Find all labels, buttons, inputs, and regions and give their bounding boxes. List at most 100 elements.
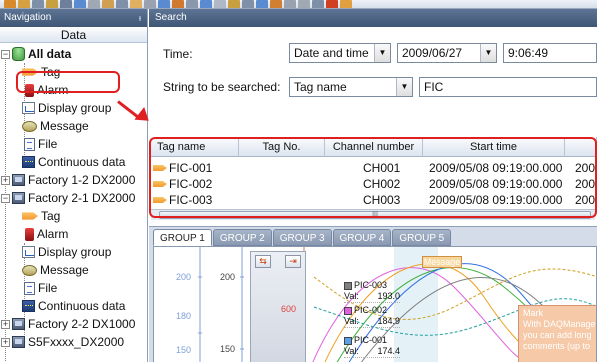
chevron-down-icon[interactable]: ▼ bbox=[396, 78, 412, 96]
tree-node-display-group[interactable]: Display group bbox=[22, 99, 111, 117]
tree-node-factory-2-2[interactable]: + Factory 2-2 DX1000 bbox=[1, 315, 135, 333]
tree-node-display-group[interactable]: Display group bbox=[22, 243, 111, 261]
tree-node-label: Factory 1-2 DX2000 bbox=[28, 173, 136, 187]
tree-node-label: Factory 2-1 DX2000 bbox=[28, 191, 136, 205]
navigation-pane: Navigation ᵻ Data − All data Tag Alarm D… bbox=[0, 9, 148, 362]
pin-icon[interactable]: ᵻ bbox=[139, 9, 141, 27]
time-mode-value: Date and time bbox=[294, 46, 369, 60]
tree-node-tag[interactable]: Tag bbox=[22, 207, 60, 225]
value-number: 174.4 bbox=[377, 346, 400, 356]
toolbar-button[interactable] bbox=[32, 0, 44, 8]
value-readout: PIC-003 Val: 193.0 bbox=[344, 280, 400, 303]
group-tabs: GROUP 1 GROUP 2 GROUP 3 GROUP 4 GROUP 5 bbox=[153, 229, 452, 247]
tree-node-all-data[interactable]: − All data bbox=[1, 45, 71, 63]
tree-node-label: Message bbox=[40, 119, 89, 133]
tree-node-file[interactable]: File bbox=[22, 135, 57, 153]
tree-node-label: Alarm bbox=[37, 227, 69, 241]
grid-highlight-outline bbox=[149, 137, 597, 218]
toolbar-button[interactable] bbox=[144, 0, 156, 8]
tree-node-message[interactable]: Message bbox=[22, 117, 89, 135]
toolbar-button[interactable] bbox=[18, 0, 30, 8]
tree-node-s5fxxxx[interactable]: + S5Fxxxx_DX2000 bbox=[1, 333, 124, 351]
toolbar-button[interactable] bbox=[284, 0, 296, 8]
value-label: Val: bbox=[344, 316, 359, 326]
tab-group-5[interactable]: GROUP 5 bbox=[392, 229, 452, 246]
tree-node-label: Message bbox=[40, 263, 89, 277]
value-readout: PIC-002 Val: 184.9 bbox=[344, 305, 400, 328]
toolbar-button[interactable] bbox=[256, 0, 268, 8]
tree-node-message[interactable]: Message bbox=[22, 261, 89, 279]
tree-node-factory-2-1[interactable]: − Factory 2-1 DX2000 bbox=[1, 189, 135, 207]
navigation-title: Navigation bbox=[4, 12, 52, 23]
tab-group-1[interactable]: GROUP 1 bbox=[153, 229, 212, 246]
toolbar-button[interactable] bbox=[228, 0, 240, 8]
expand-icon[interactable]: + bbox=[1, 175, 10, 185]
pen-color-swatch bbox=[344, 306, 352, 315]
chevron-down-icon[interactable]: ▼ bbox=[374, 44, 390, 62]
mark-comment[interactable]: Mark With DAQManage you can add long com… bbox=[518, 305, 596, 362]
tree-node-continuous-data[interactable]: Continuous data bbox=[22, 153, 125, 171]
date-picker[interactable]: 2009/06/27 ▼ bbox=[397, 43, 497, 63]
recorder-icon bbox=[12, 336, 25, 348]
collapse-icon[interactable]: − bbox=[1, 193, 10, 203]
tree-node-continuous-data[interactable]: Continuous data bbox=[22, 297, 125, 315]
message-marker[interactable]: Message bbox=[422, 256, 462, 268]
toolbar-button[interactable] bbox=[130, 0, 142, 8]
toolbar-button[interactable] bbox=[4, 0, 16, 8]
axis-label: 180 bbox=[176, 311, 192, 321]
continuous-data-icon bbox=[22, 156, 35, 168]
navigation-header: Navigation ᵻ bbox=[0, 9, 147, 27]
toolbar-button[interactable] bbox=[88, 0, 100, 8]
toolbar-button[interactable] bbox=[200, 0, 212, 8]
display-group-icon bbox=[22, 246, 35, 258]
collapse-icon[interactable]: − bbox=[1, 49, 10, 59]
search-value: FIC bbox=[424, 80, 444, 94]
pen-tag: PIC-002 bbox=[354, 305, 388, 315]
toolbar-button[interactable] bbox=[60, 0, 72, 8]
expand-icon[interactable]: + bbox=[1, 319, 10, 329]
toolbar-button[interactable] bbox=[158, 0, 170, 8]
toolbar-button[interactable] bbox=[116, 0, 128, 8]
mark-title: Mark bbox=[523, 308, 543, 318]
toolbar-button[interactable] bbox=[214, 0, 226, 8]
expand-icon[interactable]: + bbox=[1, 337, 10, 347]
toolbar-button[interactable] bbox=[186, 0, 198, 8]
toolbar-button[interactable] bbox=[326, 0, 338, 8]
time-mode-select[interactable]: Date and time ▼ bbox=[289, 43, 391, 63]
toolbar-button[interactable] bbox=[172, 0, 184, 8]
chevron-down-icon[interactable]: ▼ bbox=[480, 44, 496, 62]
tree-node-label: All data bbox=[28, 47, 72, 61]
display-group-icon bbox=[22, 102, 35, 114]
toolbar-button[interactable] bbox=[242, 0, 254, 8]
database-icon bbox=[12, 47, 25, 61]
value-label: Val: bbox=[344, 346, 359, 356]
toolbar bbox=[0, 0, 597, 9]
toolbar-button[interactable] bbox=[46, 0, 58, 8]
toolbar-button[interactable] bbox=[312, 0, 324, 8]
tag-icon bbox=[22, 212, 38, 220]
tree-node-factory-1-2[interactable]: + Factory 1-2 DX2000 bbox=[1, 171, 135, 189]
time-input[interactable]: 9:06:49 bbox=[503, 43, 597, 63]
tab-group-3[interactable]: GROUP 3 bbox=[272, 229, 332, 246]
swap-scale-icon[interactable]: ⇆ bbox=[255, 255, 271, 268]
tag-highlight-outline bbox=[16, 71, 120, 93]
mark-text: comments (up to bbox=[523, 341, 591, 351]
tree-node-file[interactable]: File bbox=[22, 279, 57, 297]
file-icon bbox=[24, 137, 35, 151]
scale-end-icon[interactable]: ⇥ bbox=[285, 255, 301, 268]
tree-node-label: Factory 2-2 DX1000 bbox=[28, 317, 136, 331]
message-icon bbox=[22, 120, 37, 132]
toolbar-button[interactable] bbox=[340, 0, 352, 8]
axis-label: 600 bbox=[281, 304, 297, 314]
search-input[interactable]: FIC bbox=[419, 77, 597, 97]
pen-scale-panel: ⇆ ⇥ 600 bbox=[250, 251, 306, 362]
time-label: Time: bbox=[163, 47, 193, 61]
toolbar-button[interactable] bbox=[102, 0, 114, 8]
tree-node-alarm[interactable]: Alarm bbox=[22, 225, 68, 243]
toolbar-button[interactable] bbox=[298, 0, 310, 8]
string-mode-select[interactable]: Tag name ▼ bbox=[289, 77, 413, 97]
tab-group-2[interactable]: GROUP 2 bbox=[212, 229, 272, 246]
tab-group-4[interactable]: GROUP 4 bbox=[332, 229, 392, 246]
toolbar-button[interactable] bbox=[270, 0, 282, 8]
toolbar-button[interactable] bbox=[74, 0, 86, 8]
